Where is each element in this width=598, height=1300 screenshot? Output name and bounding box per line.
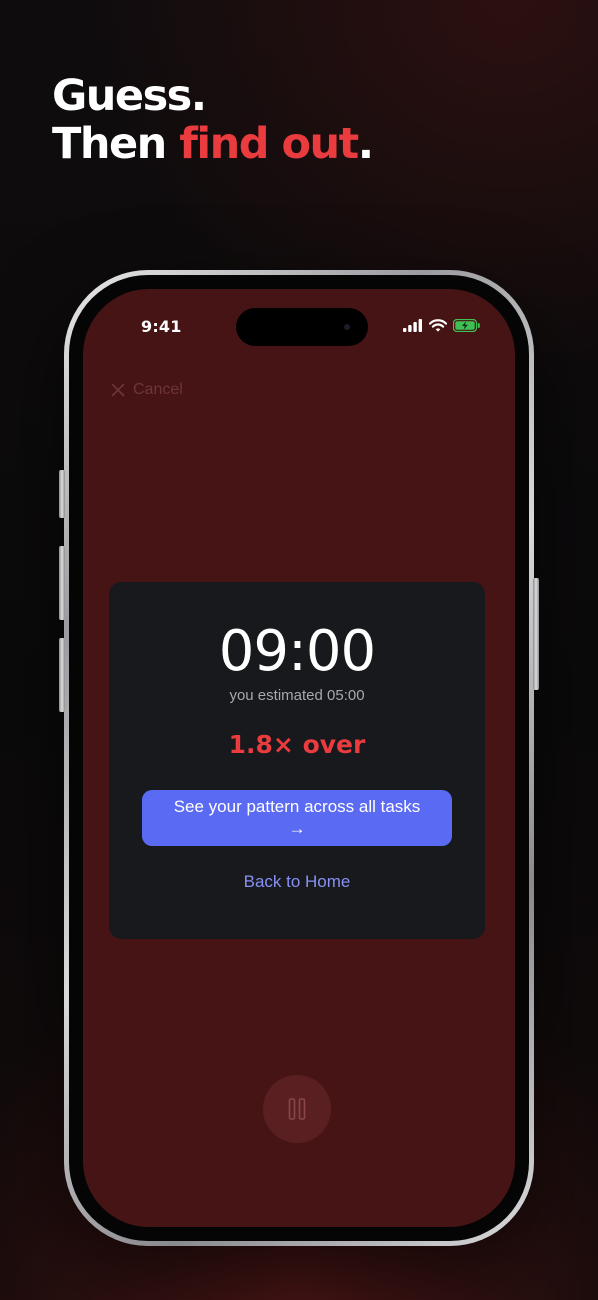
overrun-ratio: 1.8× over — [228, 730, 366, 759]
back-to-home-link[interactable]: Back to Home — [109, 872, 485, 892]
headline-line-2-suffix: . — [357, 119, 374, 169]
headline-line-1: Guess. — [52, 71, 207, 121]
phone-power-button — [533, 578, 539, 690]
phone-frame: 9:41 Cancel 09:00 you estimated 05:00 1.… — [59, 270, 539, 1246]
cancel-button[interactable]: Cancel — [111, 381, 183, 399]
status-icons — [403, 318, 481, 332]
result-card: 09:00 you estimated 05:00 1.8× over See … — [109, 582, 485, 939]
status-time: 9:41 — [141, 317, 182, 336]
estimate-text: you estimated 05:00 — [229, 687, 365, 704]
headline: Guess. Then find out. — [52, 71, 374, 169]
phone-volume-down-button — [59, 638, 65, 712]
pause-icon — [288, 1098, 306, 1120]
headline-accent: find out — [179, 119, 359, 169]
phone-action-button — [59, 470, 65, 518]
battery-charging-icon — [453, 318, 481, 332]
phone-screen: 9:41 Cancel 09:00 you estimated 05:00 1.… — [83, 289, 515, 1227]
phone-volume-up-button — [59, 546, 65, 620]
elapsed-time: 09:00 — [218, 619, 376, 684]
see-pattern-button[interactable]: See your pattern across all tasks → — [142, 790, 452, 846]
headline-line-2: Then find out. — [52, 119, 374, 169]
front-camera-icon — [344, 324, 350, 330]
dynamic-island — [236, 308, 368, 346]
headline-line-2-prefix: Then — [52, 119, 180, 169]
cancel-label: Cancel — [133, 381, 183, 398]
pause-button[interactable] — [263, 1075, 331, 1143]
wifi-icon — [429, 318, 447, 332]
cellular-signal-icon — [403, 318, 423, 332]
see-pattern-label: See your pattern across all tasks → — [173, 797, 421, 838]
close-icon — [111, 383, 125, 397]
